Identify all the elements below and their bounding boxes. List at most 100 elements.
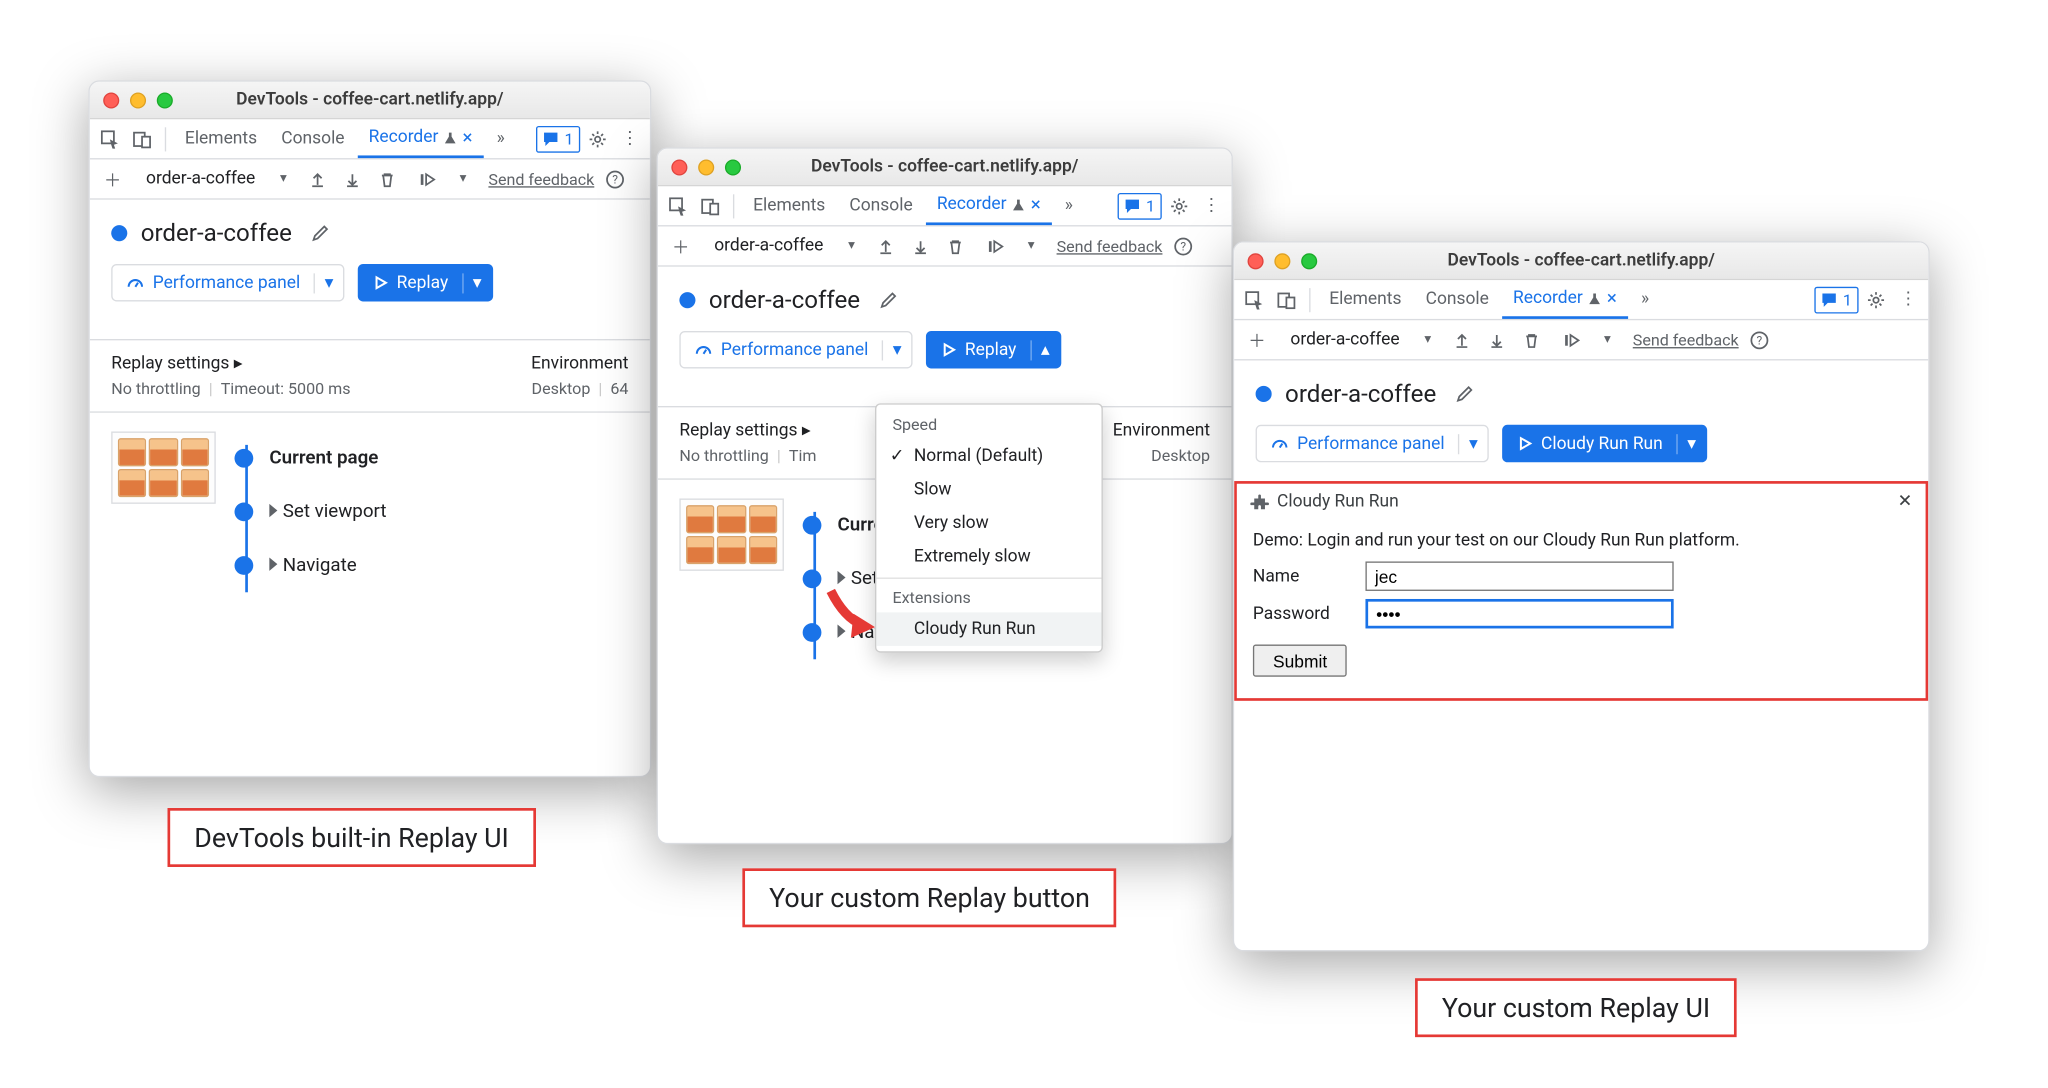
flask-icon <box>1588 291 1601 304</box>
chevron-down-icon[interactable]: ▾ <box>1458 433 1487 453</box>
replay-settings-label[interactable]: Replay settings ▸ <box>679 421 816 441</box>
performance-panel-button[interactable]: Performance panel▾ <box>1256 425 1489 463</box>
inspect-icon[interactable] <box>663 191 692 220</box>
import-icon[interactable] <box>906 231 935 260</box>
issues-badge[interactable]: 1 <box>1815 286 1859 313</box>
settings-icon[interactable] <box>1861 285 1890 314</box>
settings-icon[interactable] <box>583 124 612 153</box>
close-tab-icon[interactable]: × <box>1607 287 1617 308</box>
chevron-down-icon[interactable]: ▾ <box>462 273 491 293</box>
new-recording-icon[interactable]: ＋ <box>1242 325 1271 354</box>
inspect-icon[interactable] <box>95 124 124 153</box>
recording-selector[interactable]: order-a-coffee <box>706 236 831 256</box>
inspect-icon[interactable] <box>1240 285 1269 314</box>
chevron-up-icon[interactable]: ▴ <box>1030 340 1059 360</box>
step-set-viewport[interactable]: Set viewport <box>235 485 629 539</box>
send-feedback-link[interactable]: Send feedback <box>1633 330 1739 349</box>
issues-badge[interactable]: 1 <box>536 125 580 152</box>
delete-icon[interactable] <box>373 164 402 193</box>
export-icon[interactable] <box>1448 325 1477 354</box>
zoom-window-button[interactable] <box>157 92 173 108</box>
replay-button[interactable]: Replay ▾ <box>358 264 493 302</box>
password-input[interactable] <box>1365 599 1673 628</box>
close-tab-icon[interactable]: × <box>1031 194 1041 215</box>
more-tabs-icon[interactable]: » <box>1054 191 1083 220</box>
zoom-window-button[interactable] <box>1301 253 1317 269</box>
menu-item-normal[interactable]: Normal (Default) <box>876 440 1101 474</box>
step-icon[interactable] <box>413 164 442 193</box>
send-feedback-link[interactable]: Send feedback <box>1057 237 1163 256</box>
recording-selector[interactable]: order-a-coffee <box>1282 330 1407 350</box>
performance-panel-button[interactable]: Performance panel ▾ <box>111 264 344 302</box>
chevron-down-icon[interactable]: ▾ <box>1016 231 1045 260</box>
step-navigate[interactable]: Navigate <box>235 539 629 593</box>
edit-icon[interactable] <box>305 218 334 247</box>
step-icon[interactable] <box>1558 325 1587 354</box>
edit-icon[interactable] <box>873 285 902 314</box>
send-feedback-link[interactable]: Send feedback <box>488 170 594 189</box>
recording-selector[interactable]: order-a-coffee <box>138 169 263 189</box>
device-icon[interactable] <box>1272 285 1301 314</box>
tab-elements[interactable]: Elements <box>174 120 268 158</box>
new-recording-icon[interactable]: ＋ <box>98 164 127 193</box>
kebab-icon[interactable]: ⋮ <box>1197 191 1226 220</box>
tab-elements[interactable]: Elements <box>1319 281 1413 319</box>
submit-button[interactable]: Submit <box>1253 645 1347 677</box>
kebab-icon[interactable]: ⋮ <box>615 124 644 153</box>
export-icon[interactable] <box>303 164 332 193</box>
device-icon[interactable] <box>695 191 724 220</box>
more-tabs-icon[interactable]: » <box>1630 285 1659 314</box>
zoom-window-button[interactable] <box>725 159 741 175</box>
chevron-down-icon[interactable]: ▾ <box>837 231 866 260</box>
chevron-down-icon[interactable]: ▾ <box>882 340 911 360</box>
replay-settings-label[interactable]: Replay settings ▸ <box>111 354 350 374</box>
step-icon[interactable] <box>982 231 1011 260</box>
issues-badge[interactable]: 1 <box>1118 192 1162 219</box>
minimize-window-button[interactable] <box>698 159 714 175</box>
help-icon[interactable]: ? <box>600 164 629 193</box>
minimize-window-button[interactable] <box>1274 253 1290 269</box>
chevron-down-icon[interactable]: ▾ <box>1413 325 1442 354</box>
new-recording-icon[interactable]: ＋ <box>666 231 695 260</box>
menu-item-very-slow[interactable]: Very slow <box>876 507 1101 541</box>
tab-console[interactable]: Console <box>271 120 356 158</box>
close-tab-icon[interactable]: × <box>463 127 473 148</box>
delete-icon[interactable] <box>941 231 970 260</box>
environment-values: Desktop64 <box>531 379 628 398</box>
close-window-button[interactable] <box>671 159 687 175</box>
chevron-down-icon[interactable]: ▾ <box>314 273 343 293</box>
menu-item-slow[interactable]: Slow <box>876 473 1101 507</box>
edit-icon[interactable] <box>1450 379 1479 408</box>
tab-recorder[interactable]: Recorder × <box>1502 281 1627 319</box>
performance-panel-button[interactable]: Performance panel▾ <box>679 331 912 369</box>
tab-console[interactable]: Console <box>1415 281 1500 319</box>
cloudy-run-button[interactable]: Cloudy Run Run▾ <box>1502 425 1707 463</box>
menu-item-extremely-slow[interactable]: Extremely slow <box>876 540 1101 574</box>
import-icon[interactable] <box>338 164 367 193</box>
help-icon[interactable]: ? <box>1168 231 1197 260</box>
close-window-button[interactable] <box>1248 253 1264 269</box>
chevron-down-icon[interactable]: ▾ <box>1593 325 1622 354</box>
minimize-window-button[interactable] <box>130 92 146 108</box>
chevron-down-icon[interactable]: ▾ <box>269 164 298 193</box>
tab-recorder[interactable]: Recorder × <box>358 120 483 158</box>
export-icon[interactable] <box>872 231 901 260</box>
tab-console[interactable]: Console <box>839 187 924 225</box>
replay-button[interactable]: Replay▴ <box>926 331 1061 369</box>
delete-icon[interactable] <box>1518 325 1547 354</box>
name-input[interactable] <box>1365 561 1673 590</box>
settings-icon[interactable] <box>1164 191 1193 220</box>
help-icon[interactable]: ? <box>1744 325 1773 354</box>
device-icon[interactable] <box>127 124 156 153</box>
kebab-icon[interactable]: ⋮ <box>1893 285 1922 314</box>
close-panel-icon[interactable]: ✕ <box>1898 492 1913 512</box>
menu-item-cloudy[interactable]: Cloudy Run Run <box>876 612 1101 646</box>
chevron-down-icon[interactable]: ▾ <box>448 164 477 193</box>
close-window-button[interactable] <box>103 92 119 108</box>
more-tabs-icon[interactable]: » <box>486 124 515 153</box>
tab-recorder[interactable]: Recorder × <box>926 187 1051 225</box>
chevron-down-icon[interactable]: ▾ <box>1676 433 1705 453</box>
step-current-page[interactable]: Current page <box>235 431 629 485</box>
tab-elements[interactable]: Elements <box>742 187 836 225</box>
import-icon[interactable] <box>1483 325 1512 354</box>
